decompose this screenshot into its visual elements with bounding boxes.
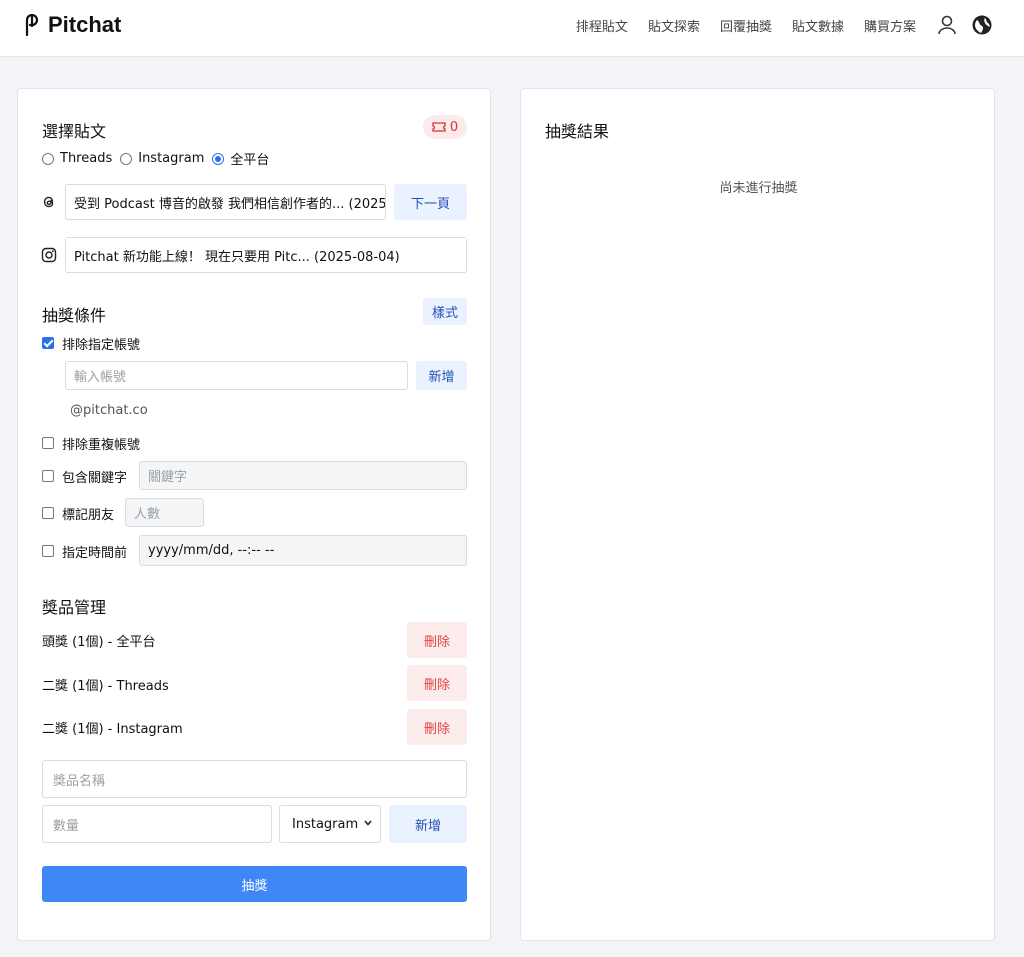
nav-reply-draw[interactable]: 回覆抽獎	[720, 16, 772, 35]
next-page-button[interactable]: 下一頁	[394, 184, 467, 220]
results-empty-message: 尚未進行抽獎	[719, 181, 798, 196]
excluded-account-item: @pitchat.co	[70, 403, 148, 418]
ticket-icon	[432, 122, 446, 132]
nav-pricing[interactable]: 購買方案	[864, 16, 916, 35]
keyword-checkbox[interactable]	[42, 470, 54, 482]
nav-post-stats[interactable]: 貼文數據	[792, 16, 844, 35]
radio-all-platforms-label: 全平台	[230, 153, 270, 168]
exclude-duplicate-checkbox[interactable]	[42, 437, 54, 449]
radio-instagram[interactable]	[120, 152, 133, 165]
ticket-count: 0	[449, 119, 459, 135]
nav-explore[interactable]: 貼文探索	[648, 16, 700, 35]
brand-name: Pitchat	[48, 12, 122, 37]
threads-post-select[interactable]: 受到 Podcast 博音的啟發 我們相信創作者的... (2025	[65, 184, 386, 220]
datetime-input[interactable]: yyyy/mm/dd, --:-- --	[139, 535, 467, 566]
prize-name-input[interactable]: 獎品名稱	[42, 760, 467, 798]
prize-item-3: 二獎 (1個) - Instagram	[42, 722, 183, 737]
add-prize-button[interactable]: 新增	[389, 805, 467, 843]
results-title: 抽獎結果	[545, 122, 610, 141]
tag-friends-label: 標記朋友	[62, 508, 115, 523]
exclude-duplicate-label: 排除重複帳號	[62, 438, 141, 453]
tag-friends-checkbox[interactable]	[42, 507, 54, 519]
ticket-badge: 0	[423, 115, 467, 139]
before-time-checkbox[interactable]	[42, 545, 54, 557]
radio-all-platforms[interactable]	[212, 152, 225, 165]
style-button[interactable]: 樣式	[423, 298, 467, 325]
keyword-label: 包含關鍵字	[62, 471, 128, 486]
pitchat-logo-icon	[25, 14, 39, 36]
radio-threads[interactable]	[42, 152, 54, 165]
tag-friends-count-input[interactable]: 人數	[125, 498, 204, 527]
globe-icon[interactable]	[971, 14, 993, 36]
before-time-label: 指定時間前	[62, 546, 128, 561]
draw-button[interactable]: 抽獎	[42, 866, 467, 902]
nav-schedule[interactable]: 排程貼文	[576, 16, 628, 35]
radio-threads-label: Threads	[60, 151, 113, 166]
user-icon[interactable]	[936, 14, 958, 36]
prize-platform-select[interactable]: Instagram	[279, 805, 381, 843]
select-post-title: 選擇貼文	[42, 122, 107, 141]
draw-results-card: 抽獎結果 尚未進行抽獎	[520, 88, 995, 941]
exclude-accounts-label: 排除指定帳號	[62, 338, 141, 353]
add-account-button[interactable]: 新增	[416, 361, 467, 390]
prize-item-2: 二獎 (1個) - Threads	[42, 679, 169, 694]
main-nav: 排程貼文 貼文探索 回覆抽獎 貼文數據 購買方案	[556, 16, 916, 35]
instagram-post-select[interactable]: Pitchat 新功能上線！ 現在只要用 Pitc... (2025-08-04…	[65, 237, 467, 273]
account-input[interactable]: 輸入帳號	[65, 361, 408, 390]
delete-prize-3-button[interactable]: 刪除	[407, 709, 467, 745]
prize-platform-value: Instagram	[292, 816, 359, 832]
exclude-accounts-checkbox[interactable]	[42, 337, 54, 349]
instagram-icon	[41, 247, 57, 263]
top-bar: Pitchat 排程貼文 貼文探索 回覆抽獎 貼文數據 購買方案	[0, 0, 1024, 57]
platform-radio-group: Threads Instagram 全平台	[42, 149, 277, 168]
threads-icon	[43, 196, 54, 208]
keyword-input[interactable]: 關鍵字	[139, 461, 467, 490]
delete-prize-2-button[interactable]: 刪除	[407, 665, 467, 701]
prize-item-1: 頭獎 (1個) - 全平台	[42, 635, 156, 650]
prize-quantity-input[interactable]: 數量	[42, 805, 272, 843]
prizes-title: 獎品管理	[42, 598, 107, 617]
brand[interactable]: Pitchat	[24, 12, 121, 38]
delete-prize-1-button[interactable]: 刪除	[407, 622, 467, 658]
conditions-title: 抽獎條件	[42, 306, 107, 325]
chevron-down-icon	[364, 820, 372, 826]
draw-settings-card: 選擇貼文 0 Threads Instagram 全平台 受到 Podcast …	[17, 88, 491, 941]
radio-instagram-label: Instagram	[138, 151, 205, 166]
